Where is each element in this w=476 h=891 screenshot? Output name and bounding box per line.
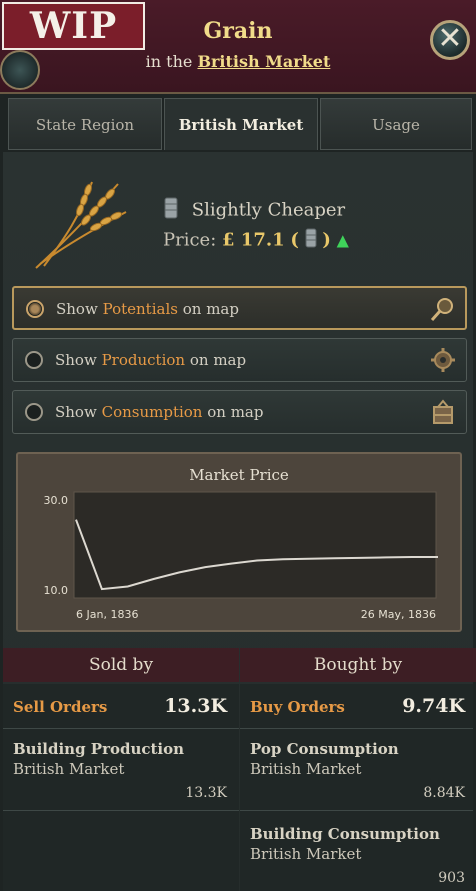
toggle-suffix: on map [207, 403, 264, 421]
buy-orders-label: Buy Orders [250, 698, 345, 716]
source-market: British Market [250, 760, 362, 778]
source-market: British Market [250, 845, 362, 863]
toggle-suffix: on map [189, 351, 247, 369]
magnifier-icon [430, 298, 453, 321]
market-link[interactable]: British Market [197, 52, 330, 71]
bought-by-column: Buy Orders 9.74K Pop Consumption British… [240, 684, 473, 891]
price-paren-close: ) [322, 229, 331, 251]
source-value: 8.84K [423, 785, 465, 801]
sell-orders-value: 13.3K [164, 695, 227, 717]
toggle-consumption[interactable]: Show Consumption on map [12, 390, 467, 434]
radio-consumption[interactable] [25, 403, 43, 421]
source-market: British Market [13, 760, 125, 778]
coin-stack-icon [164, 197, 178, 224]
radio-potentials[interactable] [26, 300, 44, 318]
toggle-prefix: Show [55, 403, 97, 421]
toggle-production[interactable]: Show Production on map [12, 338, 467, 382]
chart-plot-area [73, 491, 437, 599]
window-title: Grain [203, 18, 273, 44]
tab-british-market[interactable]: British Market [164, 98, 318, 150]
price-line: Price: £ 17.1 ( ) ▲ [163, 228, 349, 253]
crate-icon [433, 399, 453, 424]
sell-orders-label: Sell Orders [13, 698, 108, 716]
divider [3, 728, 239, 729]
arrow-up-icon: ▲ [336, 230, 349, 250]
price-label: Price: [163, 229, 217, 251]
toggle-potentials-label: Show Potentials on map [56, 300, 239, 318]
toggle-potentials[interactable]: Show Potentials on map [12, 286, 467, 330]
toggle-prefix: Show [55, 351, 97, 369]
x-label-start: 6 Jan, 1836 [76, 608, 138, 621]
market-price-chart: Market Price 30.0 10.0 6 Jan, 1836 26 Ma… [16, 452, 462, 632]
y-tick-bottom: 10.0 [44, 584, 69, 597]
divider [240, 728, 473, 729]
toggle-keyword: Production [101, 351, 186, 369]
x-label-end: 26 May, 1836 [361, 608, 436, 621]
sold-by-header: Sold by [3, 648, 239, 682]
toggle-keyword: Consumption [101, 403, 203, 421]
toggle-consumption-label: Show Consumption on map [55, 403, 263, 421]
close-icon: ✕ [437, 21, 463, 56]
gear-icon [431, 348, 455, 372]
bought-by-header: Bought by [240, 648, 476, 682]
window-subtitle: in the British Market [0, 52, 476, 71]
radio-production[interactable] [25, 351, 43, 369]
source-value: 13.3K [185, 785, 227, 801]
price-paren-open: ( [290, 229, 299, 251]
source-title: Building Consumption [250, 825, 440, 843]
toggle-prefix: Show [56, 300, 98, 318]
buy-orders-value: 9.74K [402, 695, 465, 717]
coin-icon [305, 228, 317, 253]
toggle-production-label: Show Production on map [55, 351, 246, 369]
price-status: Slightly Cheaper [164, 197, 345, 224]
source-value: 903 [438, 870, 465, 886]
source-title: Building Production [13, 740, 185, 758]
divider [240, 810, 473, 811]
toggle-suffix: on map [182, 300, 239, 318]
source-title: Pop Consumption [250, 740, 399, 758]
close-button[interactable]: ✕ [430, 20, 470, 60]
tab-state-region[interactable]: State Region [8, 98, 162, 150]
grain-icon [35, 181, 127, 269]
subtitle-prefix: in the [145, 52, 193, 71]
tab-usage[interactable]: Usage [320, 98, 472, 150]
chart-plot: 30.0 10.0 6 Jan, 1836 26 May, 1836 [44, 491, 438, 621]
y-tick-top: 30.0 [44, 494, 69, 507]
sold-by-column: Sell Orders 13.3K Building Production Br… [3, 684, 239, 891]
window-header: WIP Grain in the British Market ✕ [0, 0, 476, 94]
price-status-label: Slightly Cheaper [191, 199, 346, 221]
toggle-keyword: Potentials [102, 300, 178, 318]
divider [3, 810, 239, 811]
price-value: £ 17.1 [222, 229, 285, 251]
tab-bar: State Region British Market Usage [0, 96, 476, 152]
